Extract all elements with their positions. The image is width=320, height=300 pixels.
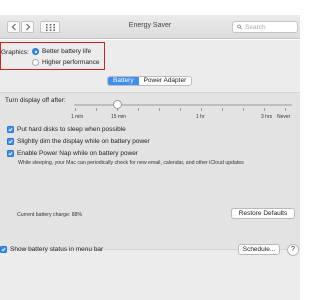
search-field[interactable] [232, 21, 298, 33]
tab-power-adapter[interactable]: Power Adapter [139, 77, 192, 85]
power-source-tabs: Battery Power Adapter [107, 76, 193, 86]
radio-higher-performance[interactable]: Higher performance [32, 59, 99, 66]
battery-settings-pane: Turn display off after: 1 min 15 min 1 h… [0, 92, 300, 250]
slider-tick [75, 108, 76, 111]
search-input[interactable] [245, 23, 297, 31]
help-button[interactable]: ? [287, 244, 299, 256]
checkmark-icon[interactable] [0, 246, 7, 253]
slider-tick [201, 108, 202, 111]
radio-unselected-icon[interactable] [32, 59, 39, 66]
slider-tick [243, 108, 244, 111]
energy-saver-pane: Graphics: Better battery life Higher per… [0, 40, 300, 300]
slider-tick [138, 108, 139, 111]
slider-tick [264, 108, 265, 111]
slider-tick [180, 108, 181, 111]
checkbox-dim-display[interactable]: Slightly dim the display while on batter… [7, 138, 150, 145]
checkbox-hard-disk-sleep[interactable]: Put hard disks to sleep when possible [7, 126, 126, 133]
checkbox-power-nap[interactable]: Enable Power Nap while on battery power [7, 150, 138, 157]
checkbox-label: Enable Power Nap while on battery power [17, 150, 139, 157]
window-toolbar: Energy Saver [0, 15, 300, 39]
tick-label-15min: 15 min [111, 114, 127, 120]
checkbox-label: Show battery status in menu bar [10, 246, 104, 253]
display-sleep-slider[interactable] [74, 104, 292, 106]
checkbox-label: Slightly dim the display while on batter… [17, 138, 150, 145]
search-icon [237, 24, 242, 30]
restore-defaults-button[interactable]: Restore Defaults [231, 208, 295, 219]
radio-selected-icon[interactable] [32, 48, 39, 55]
tick-label-1min: 1 min [71, 114, 84, 120]
slider-tick [285, 108, 286, 111]
graphics-label: Graphics: [1, 49, 29, 56]
radio-better-battery[interactable]: Better battery life [32, 48, 91, 55]
display-sleep-label: Turn display off after: [5, 97, 66, 104]
radio-label: Higher performance [42, 59, 100, 66]
checkmark-icon[interactable] [7, 126, 14, 133]
battery-charge-status: Current battery charge: 88% [17, 212, 83, 218]
radio-label: Better battery life [42, 48, 92, 55]
slider-tick [222, 108, 223, 111]
checkmark-icon[interactable] [7, 150, 14, 157]
slider-tick [96, 108, 97, 111]
power-nap-description: While sleeping, your Mac can periodicall… [18, 160, 244, 166]
graphics-highlight-box: Graphics: Better battery life Higher per… [0, 42, 105, 70]
tick-label-never: Never [277, 114, 291, 120]
tick-label-3hrs: 3 hrs [261, 114, 273, 120]
checkbox-label: Put hard disks to sleep when possible [17, 126, 126, 133]
tab-battery[interactable]: Battery [108, 77, 139, 85]
slider-tick [117, 108, 118, 111]
checkmark-icon[interactable] [7, 138, 14, 145]
slider-tick [159, 108, 160, 111]
tick-label-1hr: 1 hr [196, 114, 205, 120]
schedule-button[interactable]: Schedule... [238, 244, 280, 255]
checkbox-menu-bar-status[interactable]: Show battery status in menu bar [0, 246, 103, 253]
